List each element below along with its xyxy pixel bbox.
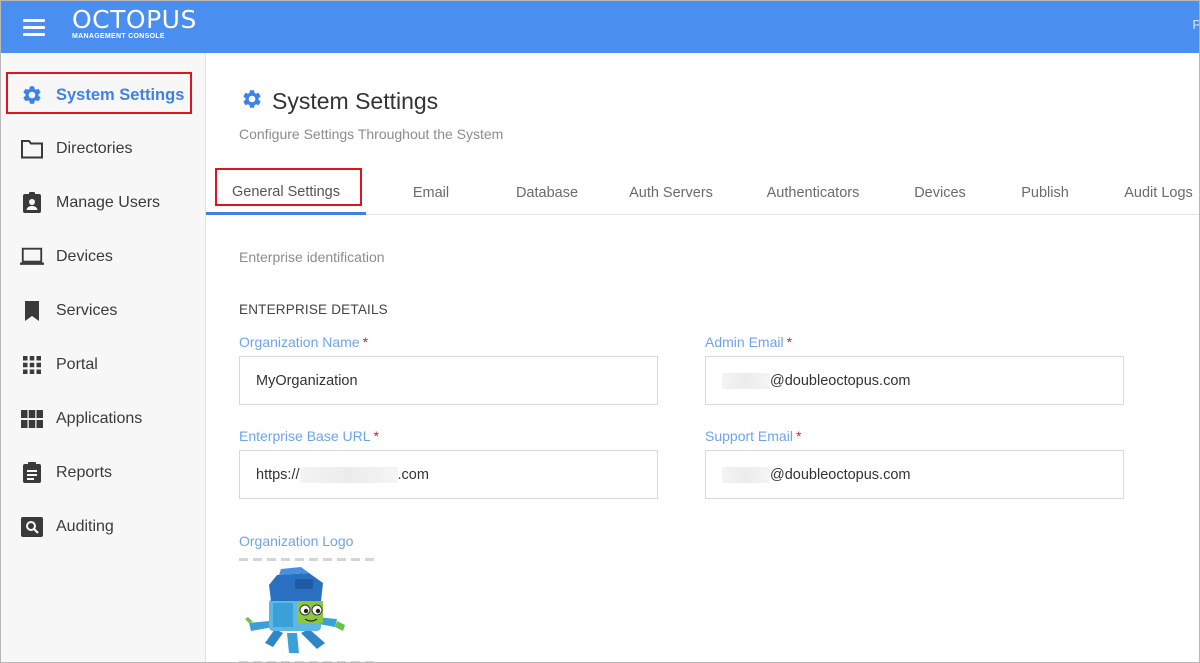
sidebar-item-reports[interactable]: Reports (1, 446, 205, 500)
tab-devices[interactable]: Devices (903, 171, 977, 214)
section-caption: Enterprise identification (239, 249, 385, 265)
base-url-suffix: .com (397, 466, 429, 483)
tab-audit-logs[interactable]: Audit Logs (1116, 171, 1199, 214)
bookmark-icon (20, 299, 44, 323)
sidebar-item-label: Devices (56, 248, 113, 265)
required-marker: * (373, 428, 379, 444)
sidebar-item-devices[interactable]: Devices (1, 230, 205, 284)
section-heading: ENTERPRISE DETAILS (239, 302, 388, 317)
org-name-label-text: Organization Name (239, 334, 360, 350)
brand-subtitle: MANAGEMENT CONSOLE (72, 33, 165, 40)
support-email-label: Support Email * (705, 428, 801, 444)
tab-authenticators[interactable]: Authenticators (753, 171, 873, 214)
hamburger-menu-icon[interactable] (23, 17, 47, 37)
base-url-label: Enterprise Base URL * (239, 428, 379, 444)
sidebar-item-directories[interactable]: Directories (1, 122, 205, 176)
required-marker: * (362, 334, 369, 350)
page-subtitle: Configure Settings Throughout the System (239, 126, 504, 142)
base-url-input[interactable]: https:// .com (239, 450, 658, 499)
sidebar-item-label: Applications (56, 410, 143, 427)
user-badge-icon (20, 191, 44, 215)
base-url-label-text: Enterprise Base URL (239, 428, 371, 444)
sidebar-item-portal[interactable]: Portal (1, 338, 205, 392)
laptop-icon (20, 245, 44, 269)
sidebar-item-label: Auditing (56, 518, 114, 535)
required-marker: * (795, 428, 802, 444)
sidebar-item-label: Manage Users (56, 194, 161, 211)
org-logo-label: Organization Logo (239, 533, 354, 549)
clipboard-icon (20, 461, 44, 485)
folder-icon (20, 137, 44, 161)
sidebar-item-label: Reports (56, 464, 113, 481)
support-email-value: @doubleoctopus.com (770, 466, 911, 483)
sidebar-item-auditing[interactable]: Auditing (1, 500, 205, 554)
octopus-logo-image (245, 567, 345, 653)
support-email-input[interactable]: @doubleoctopus.com (705, 450, 1124, 499)
sidebar-item-manage-users[interactable]: Manage Users (1, 176, 205, 230)
search-box-icon (20, 515, 44, 539)
top-bar: OCTOPUS MANAGEMENT CONSOLE P (1, 1, 1199, 53)
support-email-label-text: Support Email (705, 428, 793, 444)
base-url-prefix: https:// (256, 466, 300, 483)
org-name-label: Organization Name * (239, 334, 368, 350)
grid-icon (20, 353, 44, 377)
sidebar-item-services[interactable]: Services (1, 284, 205, 338)
tab-publish[interactable]: Publish (1009, 171, 1081, 214)
org-name-value: MyOrganization (256, 372, 358, 389)
sidebar-item-label: Services (56, 302, 118, 319)
page-title: System Settings (241, 88, 438, 115)
brand-logo[interactable]: OCTOPUS MANAGEMENT CONSOLE (72, 6, 197, 41)
main-content: System Settings Configure Settings Throu… (206, 53, 1199, 662)
gear-icon (241, 88, 263, 115)
admin-email-label-text: Admin Email (705, 334, 784, 350)
sidebar-item-label: Portal (56, 356, 98, 373)
tab-auth-servers[interactable]: Auth Servers (618, 171, 724, 214)
redacted-text (722, 466, 770, 483)
tab-email[interactable]: Email (396, 171, 466, 214)
admin-email-input[interactable]: @doubleoctopus.com (705, 356, 1124, 405)
redacted-text (722, 372, 770, 389)
admin-email-value: @doubleoctopus.com (770, 372, 911, 389)
sidebar: System Settings Directories Manage Users… (1, 53, 206, 662)
brand-title: OCTOPUS (72, 5, 197, 34)
sidebar-item-label: Directories (56, 140, 133, 157)
app-window: OCTOPUS MANAGEMENT CONSOLE P System Sett… (0, 0, 1200, 663)
page-title-text: System Settings (272, 88, 439, 114)
apps-icon (20, 407, 44, 431)
admin-email-label: Admin Email * (705, 334, 792, 350)
annotation-highlight-tab (215, 168, 362, 206)
user-menu-truncated[interactable]: P (1192, 17, 1199, 32)
tab-database[interactable]: Database (501, 171, 593, 214)
sidebar-item-applications[interactable]: Applications (1, 392, 205, 446)
redacted-text (299, 466, 398, 483)
org-logo-upload[interactable] (239, 558, 374, 662)
annotation-highlight-sidebar (6, 72, 192, 114)
required-marker: * (786, 334, 793, 350)
org-name-input[interactable]: MyOrganization (239, 356, 658, 405)
